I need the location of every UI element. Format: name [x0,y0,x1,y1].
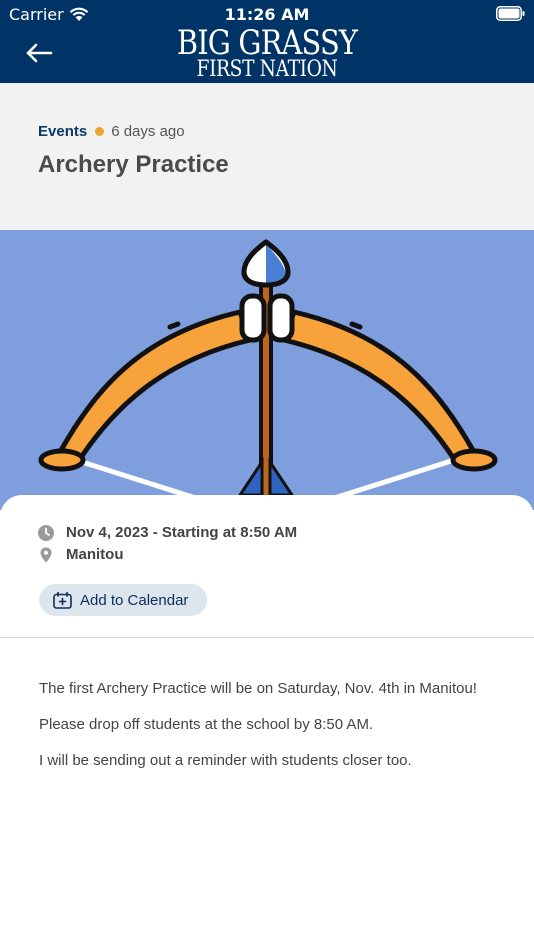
section-divider [0,637,534,638]
status-time: 11:26 AM [224,5,310,24]
add-to-calendar-label: Add to Calendar [80,591,189,609]
event-location: Manitou [66,546,124,563]
category-label[interactable]: Events [38,123,87,140]
clock-icon [38,524,54,541]
post-meta: Events 6 days ago [38,123,185,140]
app-logo: BIG GRASSY FIRST NATION [0,26,534,81]
description-paragraph: Please drop off students at the school b… [39,716,374,733]
location-pin-icon [40,547,52,562]
post-age: 6 days ago [111,123,185,140]
bow-and-arrow-illustration [38,239,498,510]
description-paragraph: I will be sending out a reminder with st… [39,752,412,769]
event-image [0,230,534,510]
event-description: The first Archery Practice will be on Sa… [39,679,509,787]
add-to-calendar-button[interactable]: Add to Calendar [39,584,207,616]
calendar-add-icon [53,591,72,609]
separator-dot [95,127,105,136]
post-title: Archery Practice [38,151,229,178]
battery-icon [496,6,525,21]
event-location-row: Manitou [38,546,124,563]
logo-line-1: BIG GRASSY [176,23,358,63]
event-date-row: Nov 4, 2023 - Starting at 8:50 AM [38,524,297,541]
post-meta-section: Events 6 days ago Archery Practice [0,83,534,230]
app-header: Carrier 11:26 AM BIG GRASSY FIRST NATION [0,0,534,83]
event-date: Nov 4, 2023 - Starting at 8:50 AM [66,524,298,541]
logo-line-2: FIRST NATION [196,57,338,82]
description-paragraph: The first Archery Practice will be on Sa… [39,680,477,697]
event-details-card: Nov 4, 2023 - Starting at 8:50 AM Manito… [0,495,534,950]
